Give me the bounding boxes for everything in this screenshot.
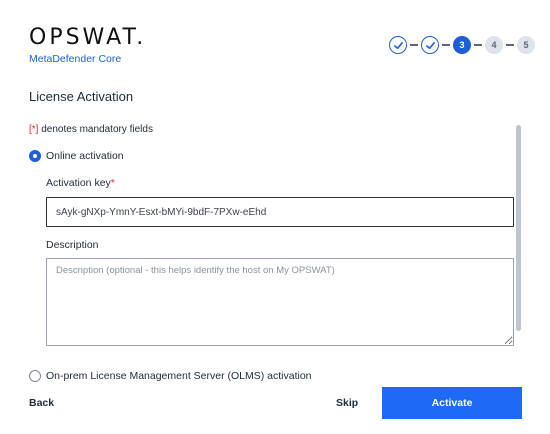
step-3: 3 [453,36,471,54]
radio-unselected-icon[interactable] [29,370,41,382]
olms-activation-label: On-prem License Management Server (OLMS)… [46,370,312,382]
skip-button[interactable]: Skip [336,397,358,409]
olms-activation-radio[interactable]: On-prem License Management Server (OLMS)… [29,370,312,382]
activation-key-input[interactable] [46,197,514,227]
page-title: License Activation [29,89,134,104]
back-button[interactable]: Back [29,397,54,409]
step-separator [506,44,514,46]
product-name: MetaDefender Core [29,53,122,65]
description-label: Description [46,239,99,251]
step-separator [442,44,450,46]
step-2 [421,36,439,54]
activation-form: [*] denotes mandatory fields Online acti… [29,118,519,384]
check-icon [425,41,435,49]
step-separator [474,44,482,46]
online-activation-radio[interactable]: Online activation [29,150,124,162]
opswat-logo: OPSWAT. [29,25,147,50]
check-icon [393,41,403,49]
description-textarea[interactable] [46,258,514,346]
activation-key-label-text: Activation key [46,177,111,189]
online-activation-label: Online activation [46,150,124,162]
mandatory-note: [*] denotes mandatory fields [29,124,153,136]
footer-bar: Back Skip Activate [0,384,550,434]
mandatory-note-text: denotes mandatory fields [38,124,153,135]
activation-key-label: Activation key* [46,177,115,189]
required-asterisk: * [110,177,115,189]
progress-stepper: 3 4 5 [389,36,535,54]
step-5: 5 [517,36,535,54]
step-separator [410,44,418,46]
radio-selected-icon[interactable] [29,150,41,162]
step-1 [389,36,407,54]
scrollbar-thumb[interactable] [516,125,521,331]
step-4: 4 [485,36,503,54]
activate-button[interactable]: Activate [382,387,522,419]
